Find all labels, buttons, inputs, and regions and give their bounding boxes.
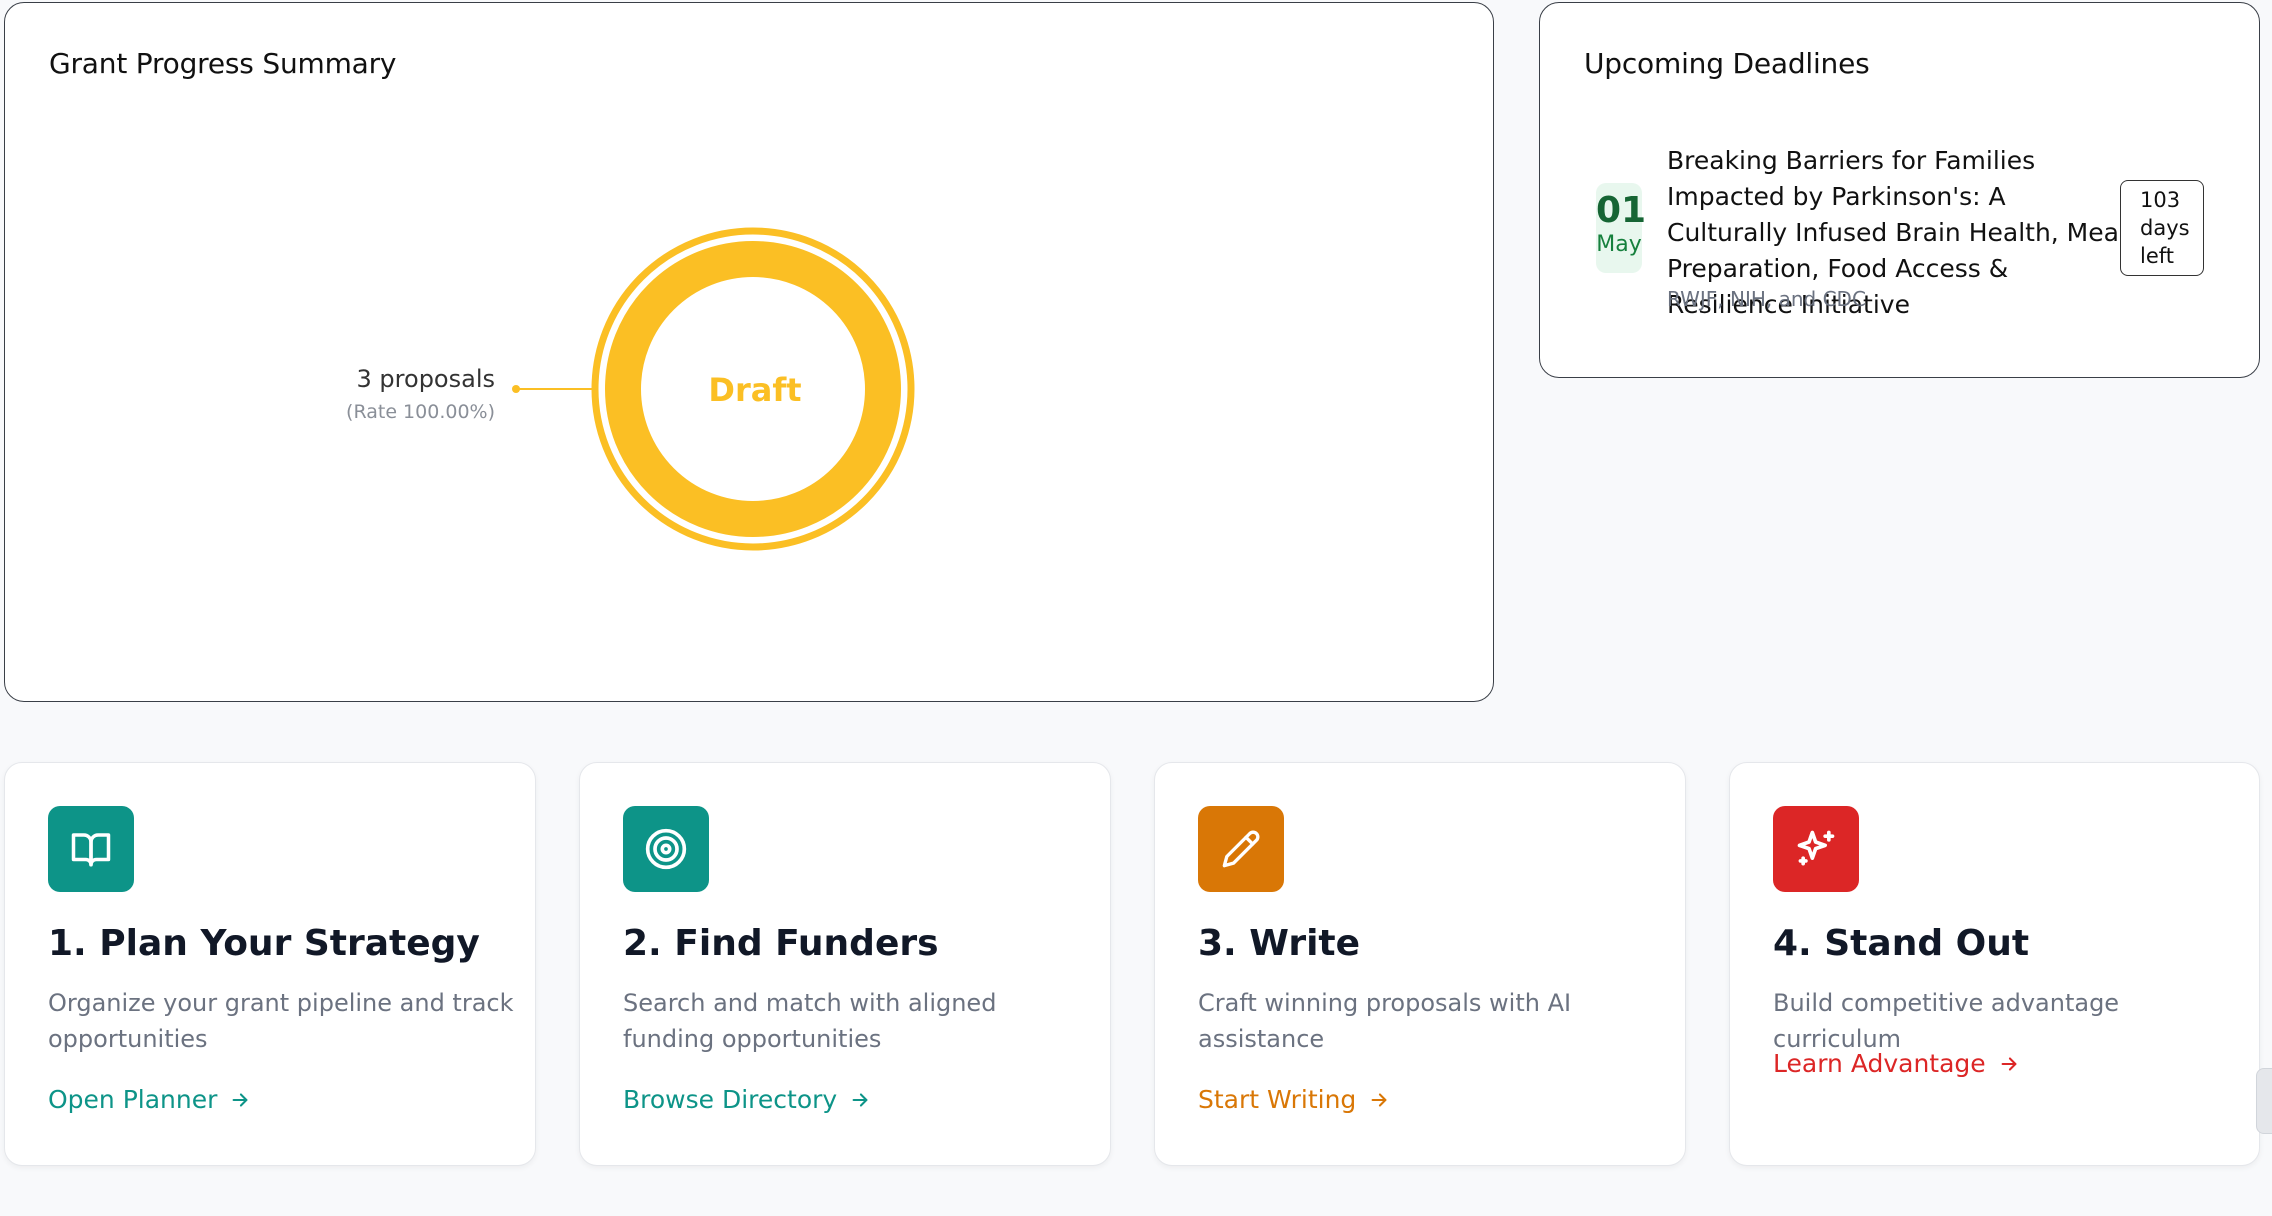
write-card: 3. Write Craft winning proposals with AI… — [1154, 762, 1686, 1166]
arrow-right-icon — [229, 1089, 251, 1111]
upcoming-deadlines-panel: Upcoming Deadlines 01 May Breaking Barri… — [1539, 2, 2260, 378]
book-open-icon — [48, 806, 134, 892]
date-month: May — [1596, 232, 1642, 257]
sparkles-icon — [1773, 806, 1859, 892]
proposal-count-label: 3 proposals — [356, 365, 495, 393]
days-left-badge: 103 days left — [2120, 180, 2204, 276]
card-title: 1. Plan Your Strategy — [48, 923, 480, 964]
card-title: 4. Stand Out — [1773, 923, 2030, 964]
days-left-suffix: left — [2140, 244, 2175, 268]
link-label: Browse Directory — [623, 1085, 838, 1114]
leader-dot — [512, 385, 520, 393]
link-label: Learn Advantage — [1773, 1049, 1986, 1078]
scroll-handle[interactable] — [2256, 1068, 2272, 1134]
arrow-right-icon — [1368, 1089, 1390, 1111]
card-description: Build competitive advantage curriculum — [1773, 989, 2120, 1053]
date-badge: 01 May — [1596, 183, 1647, 273]
arrow-right-icon — [1998, 1053, 2020, 1075]
card-description: Search and match with aligned funding op… — [623, 989, 997, 1053]
card-description: Craft winning proposals with AI assistan… — [1198, 989, 1572, 1053]
start-writing-link[interactable]: Start Writing — [1198, 1085, 1390, 1114]
browse-directory-link[interactable]: Browse Directory — [623, 1085, 871, 1114]
donut-chart: Draft 3 proposals (Rate 100.00%) — [5, 3, 1495, 703]
donut-center-label: Draft — [708, 371, 802, 409]
card-title: 2. Find Funders — [623, 923, 939, 964]
date-day: 01 — [1596, 190, 1647, 231]
card-title: 3. Write — [1198, 923, 1361, 964]
panel-title: Upcoming Deadlines — [1584, 47, 1870, 80]
deadline-funder: RWJF, NIH, and CDC — [1667, 287, 1866, 311]
open-planner-link[interactable]: Open Planner — [48, 1085, 251, 1114]
days-left-word: days — [2140, 216, 2190, 240]
target-icon — [623, 806, 709, 892]
grant-progress-panel: Grant Progress Summary Draft 3 proposals… — [4, 2, 1494, 702]
link-label: Start Writing — [1198, 1085, 1357, 1114]
proposal-rate-label: (Rate 100.00%) — [346, 401, 495, 423]
find-funders-card: 2. Find Funders Search and match with al… — [579, 762, 1111, 1166]
pencil-icon — [1198, 806, 1284, 892]
card-description: Organize your grant pipeline and track o… — [48, 989, 514, 1053]
stand-out-card: 4. Stand Out Build competitive advantage… — [1729, 762, 2260, 1166]
donut-svg — [512, 227, 915, 551]
plan-strategy-card: 1. Plan Your Strategy Organize your gran… — [4, 762, 536, 1166]
arrow-right-icon — [849, 1089, 871, 1111]
days-left-number: 103 — [2140, 188, 2181, 212]
learn-advantage-link[interactable]: Learn Advantage — [1773, 1049, 2020, 1078]
link-label: Open Planner — [48, 1085, 218, 1114]
